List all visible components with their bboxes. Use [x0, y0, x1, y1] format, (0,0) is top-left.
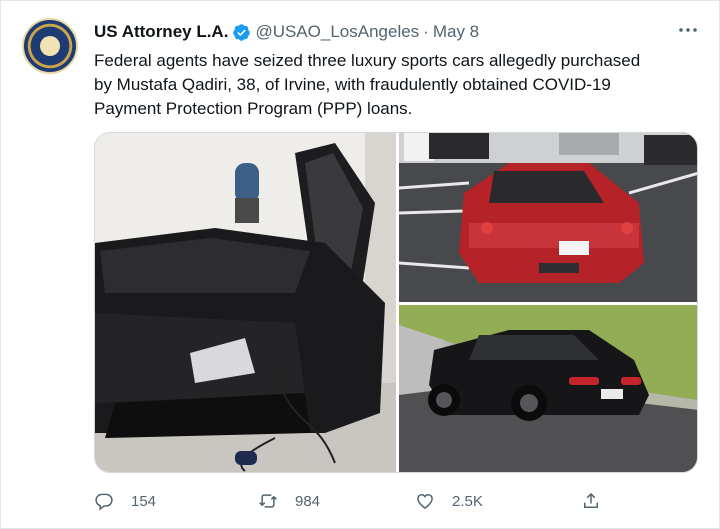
share-icon: [584, 492, 598, 508]
photo-bentley[interactable]: [399, 305, 697, 472]
reply-icon: [95, 493, 113, 511]
photo-lamborghini[interactable]: [95, 133, 396, 472]
ferrari-illustration: [399, 133, 697, 302]
more-icon[interactable]: [677, 23, 699, 37]
bentley-illustration: [399, 305, 697, 472]
media-grid: [94, 132, 698, 473]
lamborghini-illustration: [95, 133, 396, 472]
avatar[interactable]: [22, 18, 78, 74]
verified-badge-icon: [233, 23, 251, 41]
author-name[interactable]: US Attorney L.A.: [94, 22, 228, 42]
like-count: 2.5K: [452, 492, 483, 510]
tweet-text-line: by Mustafa Qadiri, 38, of Irvine, with f…: [94, 75, 611, 94]
tweet-text-line: Payment Protection Program (PPP) loans.: [94, 99, 413, 118]
author-handle[interactable]: @USAO_LosAngeles: [255, 22, 419, 42]
photo-ferrari[interactable]: [399, 133, 697, 302]
like-button[interactable]: 2.5K: [415, 489, 483, 513]
action-bar: 154 984 2.5K: [94, 489, 614, 513]
tweet-text: Federal agents have seized three luxury …: [94, 49, 704, 121]
retweet-count: 984: [295, 492, 321, 510]
retweet-icon: [259, 494, 277, 508]
retweet-button[interactable]: 984: [258, 489, 320, 513]
tweet-date[interactable]: May 8: [433, 22, 479, 42]
tweet-text-line: Federal agents have seized three luxury …: [94, 51, 641, 70]
reply-count: 154: [131, 492, 157, 510]
like-icon: [417, 494, 433, 509]
seal-emblem: [40, 36, 60, 56]
header-separator: ·: [423, 22, 429, 41]
tweet-card[interactable]: US Attorney L.A. @USAO_LosAngeles · May …: [0, 0, 720, 529]
reply-button[interactable]: 154: [94, 489, 156, 513]
share-button[interactable]: [581, 489, 601, 513]
tweet-header: US Attorney L.A. @USAO_LosAngeles · May …: [94, 21, 479, 43]
